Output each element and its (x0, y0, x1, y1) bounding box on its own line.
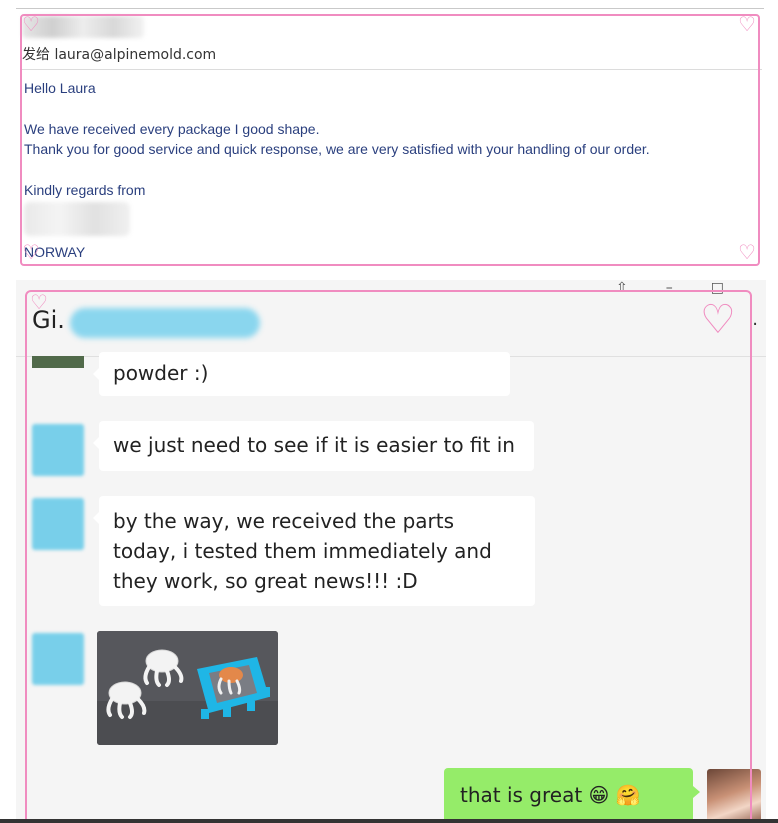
avatar[interactable] (32, 633, 84, 685)
heart-icon: ♡ (22, 12, 40, 36)
window-controls: ⇧ – □ (616, 280, 724, 296)
heart-icon: ♡ (22, 240, 40, 264)
chat-title-redacted (70, 308, 260, 338)
minimize-icon[interactable]: – (666, 280, 673, 296)
avatar[interactable] (32, 424, 84, 476)
avatar-self[interactable] (707, 769, 761, 823)
message-text: that is great 😁 🤗 (460, 783, 641, 807)
parts-photo (97, 631, 278, 745)
pin-icon[interactable]: ⇧ (616, 280, 628, 296)
heart-icon: ♡ (700, 297, 736, 343)
message-bubble[interactable]: by the way, we received the parts today,… (93, 496, 535, 606)
maximize-icon[interactable]: □ (711, 280, 724, 296)
avatar[interactable] (32, 356, 84, 368)
message-text: powder :) (113, 361, 209, 385)
heart-icon: ♡ (738, 240, 756, 264)
heart-icon: ♡ (738, 12, 756, 36)
highlight-frame-email (20, 14, 760, 266)
bottom-border (0, 819, 778, 823)
message-bubble[interactable]: we just need to see if it is easier to f… (93, 421, 534, 471)
message-text: by the way, we received the parts today,… (113, 509, 492, 593)
heart-icon: ♡ (30, 290, 48, 314)
message-text: we just need to see if it is easier to f… (113, 433, 515, 457)
message-bubble-self[interactable]: that is great 😁 🤗 (444, 768, 700, 823)
chat-header: Gi. · (16, 294, 766, 357)
chat-window: ⇧ – □ Gi. · powder :) we just need to se… (16, 280, 766, 823)
avatar[interactable] (32, 498, 84, 550)
more-options-icon[interactable]: · (752, 314, 758, 335)
image-message[interactable] (97, 631, 278, 745)
message-bubble[interactable]: powder :) (93, 352, 510, 396)
